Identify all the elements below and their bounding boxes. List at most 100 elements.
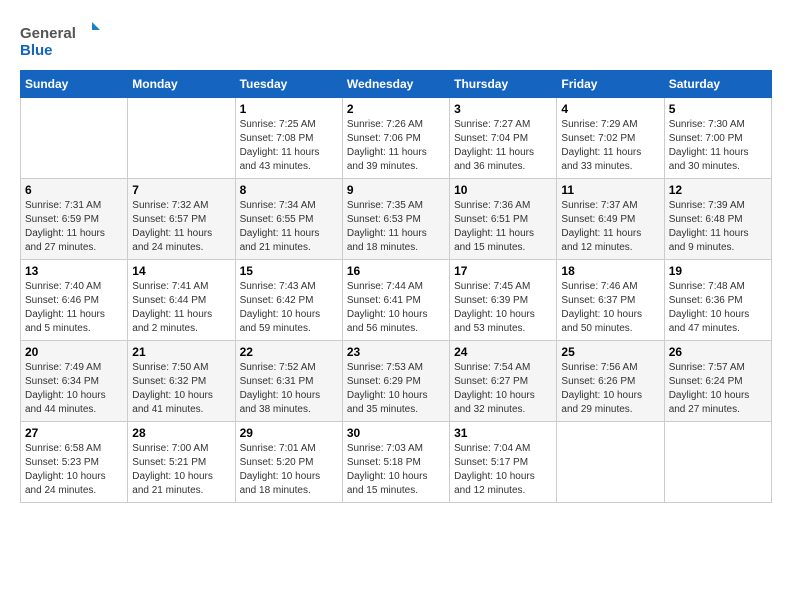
day-info: Sunrise: 6:58 AMSunset: 5:23 PMDaylight:… xyxy=(25,442,123,498)
calendar-week-3: 13 Sunrise: 7:40 AMSunset: 6:46 PMDayligh… xyxy=(21,260,772,341)
calendar-cell: 29 Sunrise: 7:01 AMSunset: 5:20 PMDayligh… xyxy=(235,422,342,503)
day-info: Sunrise: 7:44 AMSunset: 6:41 PMDaylight:… xyxy=(347,280,445,336)
day-info: Sunrise: 7:49 AMSunset: 6:34 PMDaylight:… xyxy=(25,361,123,417)
calendar-cell xyxy=(557,422,664,503)
calendar-cell: 9 Sunrise: 7:35 AMSunset: 6:53 PMDaylight… xyxy=(342,179,449,260)
calendar-cell: 20 Sunrise: 7:49 AMSunset: 6:34 PMDayligh… xyxy=(21,341,128,422)
calendar-cell: 17 Sunrise: 7:45 AMSunset: 6:39 PMDayligh… xyxy=(450,260,557,341)
day-number: 7 xyxy=(132,183,230,197)
day-info: Sunrise: 7:53 AMSunset: 6:29 PMDaylight:… xyxy=(347,361,445,417)
weekday-header-thursday: Thursday xyxy=(450,71,557,98)
day-info: Sunrise: 7:41 AMSunset: 6:44 PMDaylight:… xyxy=(132,280,230,336)
day-number: 31 xyxy=(454,426,552,440)
day-number: 27 xyxy=(25,426,123,440)
day-number: 13 xyxy=(25,264,123,278)
calendar-cell: 18Sunrise: 7:46 AMSunset: 6:37 PMDayligh… xyxy=(557,260,664,341)
day-info: Sunrise: 7:32 AMSunset: 6:57 PMDaylight:… xyxy=(132,199,230,255)
calendar-cell xyxy=(664,422,771,503)
day-number: 1 xyxy=(240,102,338,116)
svg-text:Blue: Blue xyxy=(20,42,53,59)
calendar-cell: 30 Sunrise: 7:03 AMSunset: 5:18 PMDayligh… xyxy=(342,422,449,503)
logo: General Blue xyxy=(20,20,100,60)
calendar-week-4: 20 Sunrise: 7:49 AMSunset: 6:34 PMDayligh… xyxy=(21,341,772,422)
calendar-cell: 24 Sunrise: 7:54 AMSunset: 6:27 PMDayligh… xyxy=(450,341,557,422)
day-info: Sunrise: 7:01 AMSunset: 5:20 PMDaylight:… xyxy=(240,442,338,498)
calendar-cell: 3 Sunrise: 7:27 AMSunset: 7:04 PMDaylight… xyxy=(450,98,557,179)
day-number: 11 xyxy=(561,183,659,197)
calendar-cell xyxy=(128,98,235,179)
day-info: Sunrise: 7:48 AMSunset: 6:36 PMDaylight:… xyxy=(669,280,767,336)
calendar-cell: 2 Sunrise: 7:26 AMSunset: 7:06 PMDaylight… xyxy=(342,98,449,179)
day-number: 25 xyxy=(561,345,659,359)
day-info: Sunrise: 7:40 AMSunset: 6:46 PMDaylight:… xyxy=(25,280,123,336)
day-number: 2 xyxy=(347,102,445,116)
day-number: 15 xyxy=(240,264,338,278)
day-info: Sunrise: 7:56 AMSunset: 6:26 PMDaylight:… xyxy=(561,361,659,417)
day-number: 16 xyxy=(347,264,445,278)
day-number: 21 xyxy=(132,345,230,359)
calendar-cell: 13 Sunrise: 7:40 AMSunset: 6:46 PMDayligh… xyxy=(21,260,128,341)
calendar-cell: 7 Sunrise: 7:32 AMSunset: 6:57 PMDaylight… xyxy=(128,179,235,260)
day-number: 6 xyxy=(25,183,123,197)
weekday-header-saturday: Saturday xyxy=(664,71,771,98)
day-number: 24 xyxy=(454,345,552,359)
day-number: 3 xyxy=(454,102,552,116)
day-info: Sunrise: 7:31 AMSunset: 6:59 PMDaylight:… xyxy=(25,199,123,255)
day-info: Sunrise: 7:36 AMSunset: 6:51 PMDaylight:… xyxy=(454,199,552,255)
day-number: 17 xyxy=(454,264,552,278)
day-info: Sunrise: 7:30 AMSunset: 7:00 PMDaylight:… xyxy=(669,118,767,174)
day-info: Sunrise: 7:27 AMSunset: 7:04 PMDaylight:… xyxy=(454,118,552,174)
day-info: Sunrise: 7:25 AMSunset: 7:08 PMDaylight:… xyxy=(240,118,338,174)
svg-text:General: General xyxy=(20,25,76,42)
day-number: 10 xyxy=(454,183,552,197)
calendar-cell: 11 Sunrise: 7:37 AMSunset: 6:49 PMDayligh… xyxy=(557,179,664,260)
calendar-cell: 8 Sunrise: 7:34 AMSunset: 6:55 PMDaylight… xyxy=(235,179,342,260)
calendar-table: SundayMondayTuesdayWednesdayThursdayFrid… xyxy=(20,70,772,503)
calendar-cell: 31Sunrise: 7:04 AMSunset: 5:17 PMDayligh… xyxy=(450,422,557,503)
day-info: Sunrise: 7:39 AMSunset: 6:48 PMDaylight:… xyxy=(669,199,767,255)
day-info: Sunrise: 7:37 AMSunset: 6:49 PMDaylight:… xyxy=(561,199,659,255)
calendar-week-2: 6 Sunrise: 7:31 AMSunset: 6:59 PMDaylight… xyxy=(21,179,772,260)
calendar-cell: 25 Sunrise: 7:56 AMSunset: 6:26 PMDayligh… xyxy=(557,341,664,422)
day-info: Sunrise: 7:26 AMSunset: 7:06 PMDaylight:… xyxy=(347,118,445,174)
day-info: Sunrise: 7:03 AMSunset: 5:18 PMDaylight:… xyxy=(347,442,445,498)
day-info: Sunrise: 7:52 AMSunset: 6:31 PMDaylight:… xyxy=(240,361,338,417)
calendar-cell: 21Sunrise: 7:50 AMSunset: 6:32 PMDayligh… xyxy=(128,341,235,422)
day-number: 8 xyxy=(240,183,338,197)
day-number: 9 xyxy=(347,183,445,197)
day-number: 30 xyxy=(347,426,445,440)
calendar-cell: 1 Sunrise: 7:25 AMSunset: 7:08 PMDaylight… xyxy=(235,98,342,179)
day-info: Sunrise: 7:57 AMSunset: 6:24 PMDaylight:… xyxy=(669,361,767,417)
day-number: 20 xyxy=(25,345,123,359)
day-number: 28 xyxy=(132,426,230,440)
day-number: 22 xyxy=(240,345,338,359)
day-number: 26 xyxy=(669,345,767,359)
day-info: Sunrise: 7:35 AMSunset: 6:53 PMDaylight:… xyxy=(347,199,445,255)
calendar-cell: 15 Sunrise: 7:43 AMSunset: 6:42 PMDayligh… xyxy=(235,260,342,341)
day-number: 29 xyxy=(240,426,338,440)
calendar-cell: 26 Sunrise: 7:57 AMSunset: 6:24 PMDayligh… xyxy=(664,341,771,422)
calendar-week-5: 27 Sunrise: 6:58 AMSunset: 5:23 PMDayligh… xyxy=(21,422,772,503)
day-info: Sunrise: 7:45 AMSunset: 6:39 PMDaylight:… xyxy=(454,280,552,336)
calendar-cell: 16 Sunrise: 7:44 AMSunset: 6:41 PMDayligh… xyxy=(342,260,449,341)
day-number: 19 xyxy=(669,264,767,278)
weekday-header-sunday: Sunday xyxy=(21,71,128,98)
header: General Blue xyxy=(20,20,772,60)
calendar-cell: 5Sunrise: 7:30 AMSunset: 7:00 PMDaylight… xyxy=(664,98,771,179)
day-info: Sunrise: 7:34 AMSunset: 6:55 PMDaylight:… xyxy=(240,199,338,255)
calendar-cell: 4 Sunrise: 7:29 AMSunset: 7:02 PMDaylight… xyxy=(557,98,664,179)
calendar-week-1: 1 Sunrise: 7:25 AMSunset: 7:08 PMDaylight… xyxy=(21,98,772,179)
logo-svg: General Blue xyxy=(20,20,100,60)
day-number: 14 xyxy=(132,264,230,278)
day-info: Sunrise: 7:43 AMSunset: 6:42 PMDaylight:… xyxy=(240,280,338,336)
day-number: 4 xyxy=(561,102,659,116)
day-info: Sunrise: 7:54 AMSunset: 6:27 PMDaylight:… xyxy=(454,361,552,417)
calendar-cell: 12Sunrise: 7:39 AMSunset: 6:48 PMDayligh… xyxy=(664,179,771,260)
calendar-cell: 14 Sunrise: 7:41 AMSunset: 6:44 PMDayligh… xyxy=(128,260,235,341)
day-number: 18 xyxy=(561,264,659,278)
day-info: Sunrise: 7:29 AMSunset: 7:02 PMDaylight:… xyxy=(561,118,659,174)
calendar-cell: 19 Sunrise: 7:48 AMSunset: 6:36 PMDayligh… xyxy=(664,260,771,341)
calendar-cell: 6 Sunrise: 7:31 AMSunset: 6:59 PMDaylight… xyxy=(21,179,128,260)
weekday-header-wednesday: Wednesday xyxy=(342,71,449,98)
weekday-header-friday: Friday xyxy=(557,71,664,98)
